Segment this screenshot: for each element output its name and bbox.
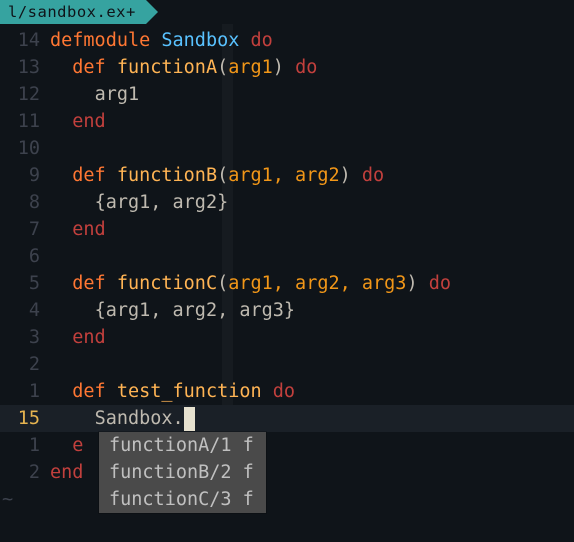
completion-kind: f <box>243 462 254 483</box>
gutter-number: 10 <box>0 135 50 162</box>
keyword-end: e <box>72 435 83 456</box>
keyword: def <box>72 165 105 186</box>
param: arg1, arg2, arg3 <box>228 273 406 294</box>
code-line[interactable]: 3 end <box>0 324 574 351</box>
gutter-number: 1 <box>0 432 50 459</box>
keyword: def <box>72 273 105 294</box>
keyword: defmodule <box>50 30 150 51</box>
completion-label: functionA/1 <box>109 435 232 456</box>
gutter-number: 7 <box>0 216 50 243</box>
cursor <box>184 407 195 431</box>
code-line[interactable]: 9 def functionB(arg1, arg2) do <box>0 162 574 189</box>
keyword-end: end <box>50 462 83 483</box>
param: arg1 <box>228 57 273 78</box>
gutter-number-current: 15 <box>0 405 50 432</box>
keyword-end: end <box>72 327 105 348</box>
module-ref: Sandbox <box>95 408 173 429</box>
gutter-number: 3 <box>0 324 50 351</box>
completion-kind: f <box>243 435 254 456</box>
gutter-number: 12 <box>0 81 50 108</box>
code-line[interactable]: 1 e <box>0 432 574 459</box>
code-line[interactable]: 14 defmodule Sandbox do <box>0 27 574 54</box>
keyword-do: do <box>362 165 384 186</box>
gutter-number: 8 <box>0 189 50 216</box>
editor-area[interactable]: 14 defmodule Sandbox do 13 def functionA… <box>0 24 574 513</box>
code-line[interactable]: 1 def test_function do <box>0 378 574 405</box>
code-line[interactable]: 10 <box>0 135 574 162</box>
completion-item[interactable]: functionA/1 f <box>99 432 266 459</box>
code-line[interactable]: 8 {arg1, arg2} <box>0 189 574 216</box>
keyword: def <box>72 57 105 78</box>
keyword-do: do <box>251 30 273 51</box>
function-name: functionC <box>117 273 217 294</box>
code-line[interactable]: 2 <box>0 351 574 378</box>
gutter-number: 4 <box>0 297 50 324</box>
completion-popup[interactable]: functionA/1 f functionB/2 f functionC/3 … <box>99 432 266 513</box>
gutter-number: 2 <box>0 459 50 486</box>
code-line[interactable]: 11 end <box>0 108 574 135</box>
completion-label: functionC/3 <box>109 489 232 510</box>
code-line-current[interactable]: 15 Sandbox. <box>0 405 574 432</box>
keyword-end: end <box>72 111 105 132</box>
code-line[interactable]: 6 <box>0 243 574 270</box>
tuple-body: {arg1, arg2} <box>95 192 229 213</box>
code-line[interactable]: 4 {arg1, arg2, arg3} <box>0 297 574 324</box>
gutter-number: 1 <box>0 378 50 405</box>
code-line[interactable]: 13 def functionA(arg1) do <box>0 54 574 81</box>
code-line[interactable]: 7 end <box>0 216 574 243</box>
keyword: def <box>72 381 105 402</box>
code-line[interactable]: 5 def functionC(arg1, arg2, arg3) do <box>0 270 574 297</box>
gutter-number: 6 <box>0 243 50 270</box>
gutter-number: 14 <box>0 27 50 54</box>
file-tab-label: l/sandbox.ex+ <box>8 0 136 26</box>
function-name: test_function <box>117 381 262 402</box>
file-tab[interactable]: l/sandbox.ex+ <box>0 0 146 24</box>
tuple-body: {arg1, arg2, arg3} <box>95 300 295 321</box>
buffer-end-line: ~ <box>0 486 574 513</box>
keyword-do: do <box>273 381 295 402</box>
function-name: functionA <box>117 57 217 78</box>
gutter-number: 9 <box>0 162 50 189</box>
dot: . <box>173 408 184 429</box>
param: arg1, arg2 <box>228 165 339 186</box>
function-name: functionB <box>117 165 217 186</box>
gutter-number: 11 <box>0 108 50 135</box>
tab-bar: l/sandbox.ex+ <box>0 0 574 24</box>
code-line[interactable]: 12 arg1 <box>0 81 574 108</box>
keyword-do: do <box>295 57 317 78</box>
keyword-do: do <box>429 273 451 294</box>
variable: arg1 <box>95 84 140 105</box>
module-name: Sandbox <box>161 30 239 51</box>
completion-item[interactable]: functionB/2 f <box>99 459 266 486</box>
gutter-number: 5 <box>0 270 50 297</box>
code-line[interactable]: 2 end <box>0 459 574 486</box>
tilde-icon: ~ <box>0 486 50 513</box>
gutter-number: 2 <box>0 351 50 378</box>
completion-item[interactable]: functionC/3 f <box>99 486 266 513</box>
completion-label: functionB/2 <box>109 462 232 483</box>
completion-kind: f <box>243 489 254 510</box>
keyword-end: end <box>72 219 105 240</box>
gutter-number: 13 <box>0 54 50 81</box>
